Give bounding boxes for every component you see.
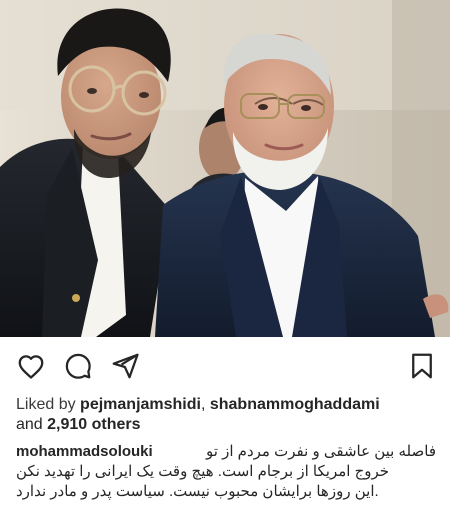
post-actions-bar [0,337,450,395]
post-photo[interactable] [0,0,450,337]
liked-by-user-2[interactable]: shabnammoghaddami [210,396,380,413]
comment-icon [65,353,91,379]
liked-by-prefix: Liked by [16,396,81,413]
caption-line-1: فاصله بین عاشقی و نفرت مردم از تو [206,443,436,460]
likes-summary: Liked by pejmanjamshidi, shabnammoghadda… [16,395,436,435]
share-icon [112,353,139,379]
liked-by-and: and [16,416,48,433]
liked-by-separator: , [200,396,210,413]
comment-button[interactable] [61,349,95,383]
photo-illustration [0,0,450,337]
caption-line-3: .این روزها برایشان محبوب نیست. سیاست پدر… [16,483,379,500]
caption-line-2: خروج امریکا از برجام است. هیچ وقت یک ایر… [16,463,390,480]
caption-first-row: mohammadsolouki فاصله بین عاشقی و نفرت م… [16,442,436,462]
heart-icon [18,355,44,379]
share-button[interactable] [108,349,142,383]
caption-username[interactable]: mohammadsolouki [16,442,153,462]
save-button[interactable] [405,349,439,383]
likes-others-count[interactable]: 2,910 others [47,416,140,433]
post-caption: mohammadsolouki فاصله بین عاشقی و نفرت م… [16,442,436,502]
bookmark-icon [412,353,432,379]
liked-by-user-1[interactable]: pejmanjamshidi [80,396,201,413]
like-button[interactable] [14,349,48,383]
